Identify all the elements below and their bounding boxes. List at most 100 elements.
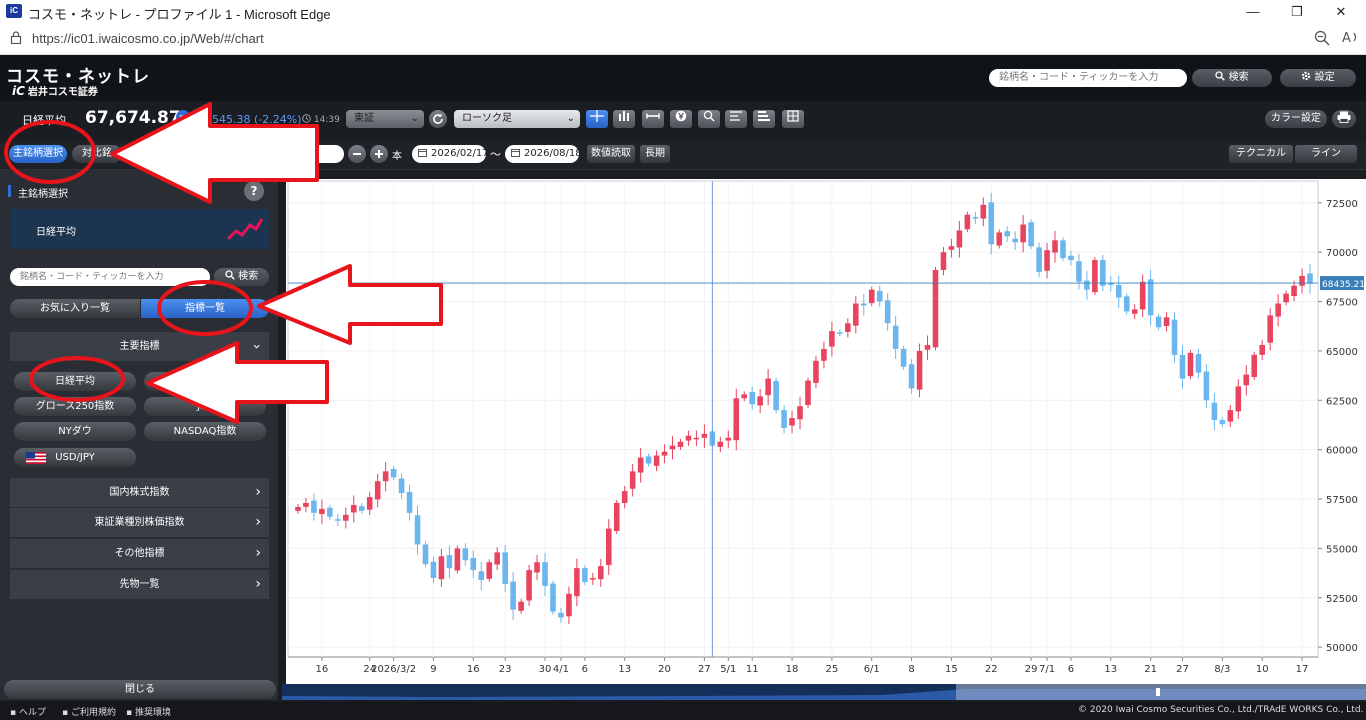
chart-navigator[interactable] <box>282 684 1366 700</box>
index-button-2[interactable] <box>144 372 266 391</box>
x-tick-label: 4/1 <box>553 664 569 675</box>
candle-body <box>558 612 564 618</box>
x-tick-label: 6 <box>1068 664 1074 675</box>
candle-body <box>797 406 803 420</box>
technical-button[interactable]: テクニカル <box>1229 145 1293 163</box>
candle-body <box>582 568 588 582</box>
candle-body <box>343 514 349 521</box>
long-term-button[interactable]: 長期 <box>640 145 670 163</box>
candle-body <box>422 544 429 565</box>
brand-ic-logo: iC <box>12 84 25 98</box>
numeric-read-button[interactable]: 数値読取 <box>587 145 635 163</box>
candlestick-chart[interactable]: 72500 70000 67500 65000 62500 60000 57500 55000… <box>286 179 1366 684</box>
date-to-input[interactable]: 2026/08/18 <box>505 145 582 163</box>
chevron-down-icon: › <box>248 343 265 350</box>
hline-tool-button[interactable] <box>642 110 664 128</box>
section-marker <box>8 185 11 197</box>
terms-link[interactable]: ▪ ご利用規約 <box>62 705 116 718</box>
refresh-button[interactable] <box>429 110 447 128</box>
grid-tool-button[interactable] <box>782 110 804 128</box>
index-button-nasdaq[interactable]: NASDAQ指数 <box>144 422 266 441</box>
help-icon[interactable]: ? <box>244 181 264 201</box>
candle-body <box>446 555 453 569</box>
index-button-jpx[interactable]: JPX <box>144 397 266 416</box>
minimize-button[interactable]: — <box>1238 2 1268 22</box>
candle-body <box>932 269 939 348</box>
candle-body <box>1259 344 1265 355</box>
line-button[interactable]: ライン <box>1295 145 1357 163</box>
candle-body <box>1155 316 1162 328</box>
candle-body <box>1052 240 1058 253</box>
increase-button[interactable] <box>370 145 388 163</box>
tab-compare-symbol[interactable]: 対比銘 <box>72 145 122 163</box>
nav-other-index[interactable]: その他指標 › <box>10 539 269 568</box>
candle-tool-button[interactable] <box>613 110 635 128</box>
control-row <box>0 141 1366 170</box>
list-tool-button[interactable] <box>753 110 775 128</box>
candle-body <box>430 561 437 579</box>
bar-count-input[interactable]: 3 <box>306 145 344 163</box>
header-search-button[interactable]: 検索 <box>1192 69 1272 87</box>
candle-body <box>1211 402 1218 421</box>
close-window-button[interactable]: ✕ <box>1326 2 1356 22</box>
yen-tool-button[interactable] <box>670 110 692 128</box>
chart-area[interactable]: 72500 70000 67500 65000 62500 60000 57500 55000… <box>286 179 1366 684</box>
x-tick-label: 5/1 <box>720 664 736 675</box>
x-tick-label: 16 <box>467 664 480 675</box>
x-tick-label: 20 <box>658 664 671 675</box>
candle-body <box>1171 319 1178 355</box>
candle-body <box>821 348 827 361</box>
nav-domestic-stock-index[interactable]: 国内株式指数 › <box>10 478 269 507</box>
read-aloud-icon[interactable]: A <box>1342 30 1360 47</box>
sidebar-search-input[interactable]: 銘柄名・コード・ティッカーを入力 <box>10 268 210 286</box>
candle-body <box>837 332 843 334</box>
index-button-usdjpy[interactable]: USD/JPY <box>14 448 136 467</box>
nav-futures-list[interactable]: 先物一覧 › <box>10 570 269 599</box>
brand-sub-text: 岩井コスモ証券 <box>27 87 98 98</box>
candle-body <box>566 593 572 617</box>
tab-favorites[interactable]: お気に入り一覧 <box>10 299 140 318</box>
us-flag-icon <box>26 452 46 471</box>
zoom-icon[interactable] <box>1314 30 1330 50</box>
environment-link[interactable]: ▪ 推奨環境 <box>126 705 171 718</box>
crosshair-tool-button[interactable] <box>586 110 608 128</box>
candle-body <box>303 502 309 507</box>
address-bar[interactable]: https://ic01.iwaicosmo.co.jp/Web/#/chart… <box>0 24 1366 55</box>
candle-body <box>733 398 740 441</box>
candle-body <box>948 246 955 250</box>
close-sidebar-button[interactable]: 閉じる <box>4 680 276 699</box>
settings-button[interactable]: 設定 <box>1280 69 1356 87</box>
url-text[interactable]: https://ic01.iwaicosmo.co.jp/Web/#/chart <box>32 31 264 46</box>
candle-body <box>853 303 859 326</box>
header-search-input[interactable]: 銘柄名・コード・ティッカーを入力 <box>989 69 1187 87</box>
candle-body <box>701 433 708 438</box>
major-index-group-header[interactable]: 主要指標 › <box>10 332 269 361</box>
candle-body <box>1012 238 1018 243</box>
market-select[interactable]: 東証 ⌄ <box>346 110 424 128</box>
date-from-input[interactable]: 2026/02/17 <box>412 145 489 163</box>
help-link[interactable]: ▪ ヘルプ <box>10 705 46 718</box>
candle-body <box>382 471 389 482</box>
x-tick-label: 25 <box>826 664 839 675</box>
zoom-tool-button[interactable] <box>698 110 720 128</box>
index-button-nikkei[interactable]: 日経平均 <box>14 372 136 391</box>
selected-symbol-card[interactable]: 日経平均 <box>10 209 269 249</box>
index-button-growth250[interactable]: グロース250指数 <box>14 397 136 416</box>
brand-sub: iC 岩井コスモ証券 <box>12 83 98 98</box>
tab-index-list[interactable]: 指標一覧 <box>141 299 269 318</box>
candle-body <box>1068 255 1074 261</box>
color-settings-button[interactable]: カラー設定 <box>1265 110 1327 128</box>
tab-main-symbol[interactable]: 主銘柄選択 <box>9 145 67 163</box>
decrease-button[interactable] <box>348 145 366 163</box>
nav-tse-sector-index[interactable]: 東証業種別株価指数 › <box>10 508 269 537</box>
x-tick-label: 15 <box>945 664 958 675</box>
candle-body <box>1243 374 1250 386</box>
candle-body <box>1235 386 1242 412</box>
text-tool-button[interactable] <box>725 110 747 128</box>
print-button[interactable] <box>1332 110 1356 128</box>
maximize-button[interactable]: ❐ <box>1282 2 1312 22</box>
index-button-nydow[interactable]: NYダウ <box>14 422 136 441</box>
x-tick-label: 22 <box>985 664 998 675</box>
chart-type-select[interactable]: ローソク足 ⌄ <box>454 110 580 128</box>
sidebar-search-button[interactable]: 検索 <box>214 268 269 286</box>
